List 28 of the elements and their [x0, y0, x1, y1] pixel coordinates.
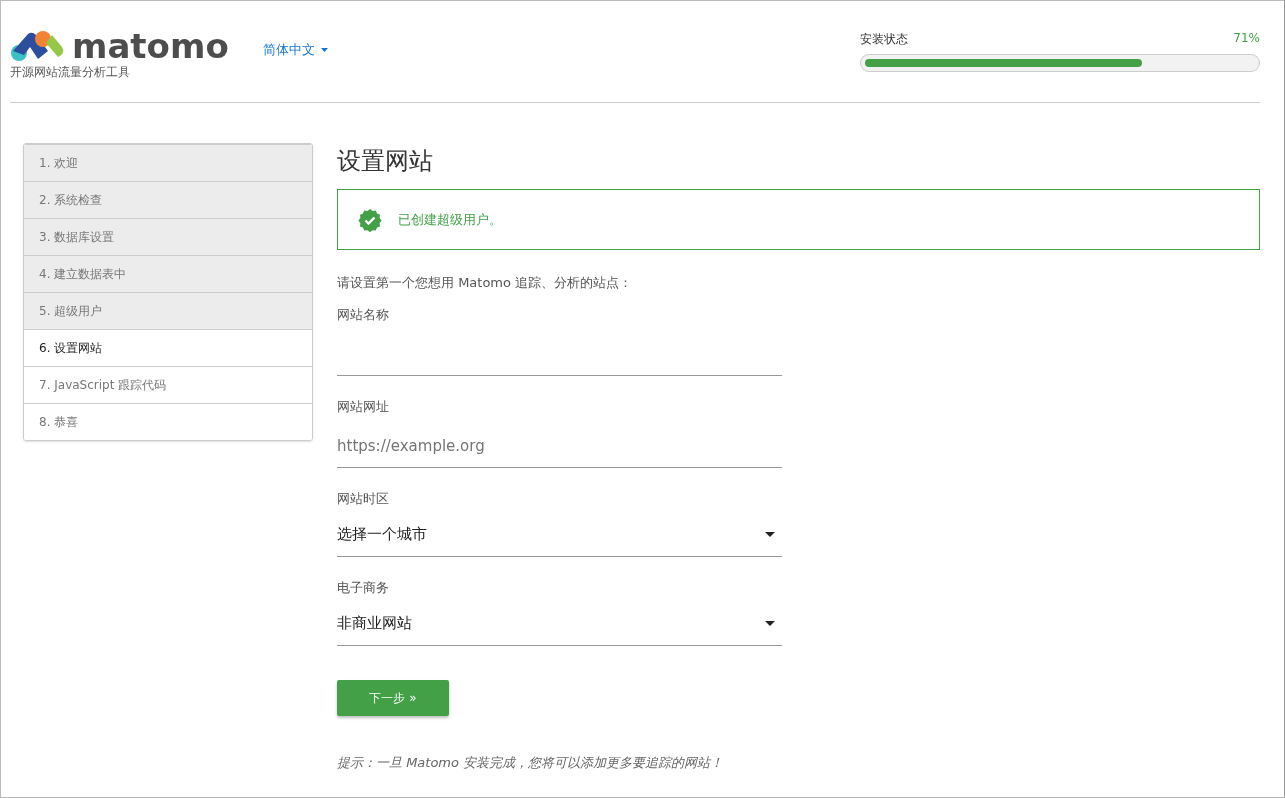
check-badge-icon — [358, 207, 382, 232]
field-label: 网站时区 — [337, 490, 390, 508]
notice-text: 已创建超级用户。 — [398, 210, 502, 229]
field-label: 电子商务 — [337, 579, 390, 597]
step-item: 5. 超级用户 — [24, 292, 312, 329]
tagline: 开源网站流量分析工具 — [10, 64, 131, 81]
caret-icon — [765, 531, 775, 537]
intro-text: 请设置第一个您想用 Matomo 追踪、分析的站点： — [337, 274, 634, 292]
step-item: 6. 设置网站 — [24, 329, 312, 366]
logo-icon — [10, 31, 66, 61]
step-item: 2. 系统检查 — [24, 181, 312, 218]
step-item: 8. 恭喜 — [24, 403, 312, 440]
caret-icon — [765, 620, 775, 626]
language-dropdown[interactable]: 简体中文 — [262, 41, 328, 59]
caret-icon — [320, 48, 328, 52]
step-item: 3. 数据库设置 — [24, 218, 312, 255]
progress-label: 安装状态 — [860, 31, 908, 48]
logo-wordmark: matomo — [72, 29, 229, 63]
page-title: 设置网站 — [337, 146, 434, 177]
select-field[interactable]: 选择一个城市 — [337, 512, 782, 557]
step-item: 1. 欢迎 — [24, 144, 312, 181]
field-label: 网站名称 — [337, 306, 390, 324]
select-field[interactable]: 非商业网站 — [337, 601, 782, 646]
step-item: 7. JavaScript 跟踪代码 — [24, 366, 312, 403]
step-item: 4. 建立数据表中 — [24, 255, 312, 292]
progress-reading: 71% — [1233, 31, 1260, 47]
field-label: 网站网址 — [337, 398, 390, 416]
hint-text: 提示：一旦 Matomo 安装完成，您将可以添加更多要追踪的网站！ — [337, 754, 725, 772]
